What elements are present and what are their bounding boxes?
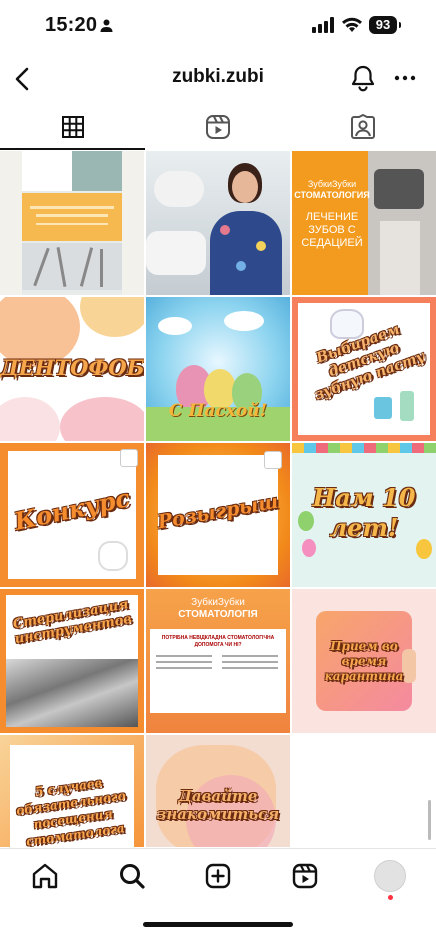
more-options-icon[interactable]: [392, 64, 418, 92]
post-thumbnail-sedation[interactable]: ЗубкиЗубки СТОМАТОЛОГИЯ ЛЕЧЕНИЕ ЗУБОВ С …: [292, 151, 436, 295]
reels-icon: [205, 115, 230, 139]
post-title: ПОТРІБНА НЕВІДКЛАДНА СТОМАТОЛОГІЧНА ДОПО…: [161, 635, 275, 648]
post-thumbnail-dentophobia[interactable]: ДЕНТОФОБИЯ: [0, 297, 144, 441]
posts-grid: ЗубкиЗубки СТОМАТОЛОГИЯ ЛЕЧЕНИЕ ЗУБОВ С …: [0, 151, 436, 847]
post-thumbnail-doctor[interactable]: [146, 151, 290, 295]
tagged-icon: [350, 114, 375, 139]
home-indicator: [143, 922, 293, 927]
plus-square-icon: [205, 863, 231, 889]
nav-profile[interactable]: [373, 859, 407, 900]
nav-search[interactable]: [115, 859, 149, 893]
brand-logo: ЗубкиЗубки: [191, 597, 245, 608]
nav-home[interactable]: [28, 859, 62, 893]
tab-tagged[interactable]: [290, 104, 435, 150]
post-title: С Пасхой!: [168, 401, 268, 421]
post-title: ДЕНТОФОБИЯ: [0, 355, 144, 380]
nav-create[interactable]: [201, 859, 235, 893]
post-thumbnail-contest[interactable]: Конкурс: [0, 443, 144, 587]
notification-dot: [388, 895, 393, 900]
bell-icon[interactable]: [350, 64, 376, 92]
signal-icon: [312, 17, 334, 33]
post-thumbnail-intro[interactable]: Давайте знакомиться: [146, 735, 290, 847]
post-title: Прием во время карантина: [324, 639, 404, 683]
post-thumbnail-five-cases[interactable]: 5 случаев обязательного посещения стомат…: [0, 735, 144, 847]
profile-header: zubki.zubi: [0, 52, 436, 104]
tab-grid[interactable]: [0, 104, 145, 150]
tab-reels[interactable]: [145, 104, 290, 150]
avatar-icon: [374, 860, 406, 892]
post-thumbnail-easter[interactable]: С Пасхой!: [146, 297, 290, 441]
battery-level: 93: [375, 17, 391, 32]
profile-tabs: [0, 104, 436, 150]
brand-logo: ЗубкиЗубки: [307, 179, 357, 189]
search-icon: [120, 864, 145, 889]
post-thumbnail-anniversary[interactable]: Нам 10 лет!: [292, 443, 436, 587]
battery-indicator: 93: [369, 16, 401, 34]
post-thumbnail-sterilization[interactable]: Стерилизация инструментов: [0, 589, 144, 733]
nav-reels[interactable]: [288, 859, 322, 893]
home-icon: [32, 863, 58, 889]
status-bar: 15:20 93: [0, 0, 436, 52]
wifi-icon: [342, 17, 362, 32]
post-title: Нам 10 лет!: [312, 483, 416, 542]
post-title: ЛЕЧЕНИЕ ЗУБОВ С СЕДАЦИЕЙ: [301, 211, 363, 249]
post-thumbnail-giveaway[interactable]: Розыгрыш: [146, 443, 290, 587]
scrollbar[interactable]: [428, 800, 431, 840]
status-time: 15:20: [45, 14, 98, 36]
grid-icon: [61, 116, 84, 138]
person-icon: [100, 19, 113, 32]
post-subtitle: СТОМАТОЛОГІЯ: [178, 609, 258, 620]
post-thumbnail-toothpaste[interactable]: Выбираем детскую зубную пасту: [292, 297, 436, 441]
post-thumbnail-instruments[interactable]: [0, 151, 144, 295]
post-subtitle: СТОМАТОЛОГИЯ: [294, 190, 370, 200]
post-thumbnail-quarantine[interactable]: Прием во время карантина: [292, 589, 436, 733]
post-thumbnail-urgent-care[interactable]: ЗубкиЗубки СТОМАТОЛОГІЯ ПОТРІБНА НЕВІДКЛ…: [146, 589, 290, 733]
reels-icon: [292, 863, 318, 889]
post-title: Давайте знакомиться: [156, 787, 280, 823]
